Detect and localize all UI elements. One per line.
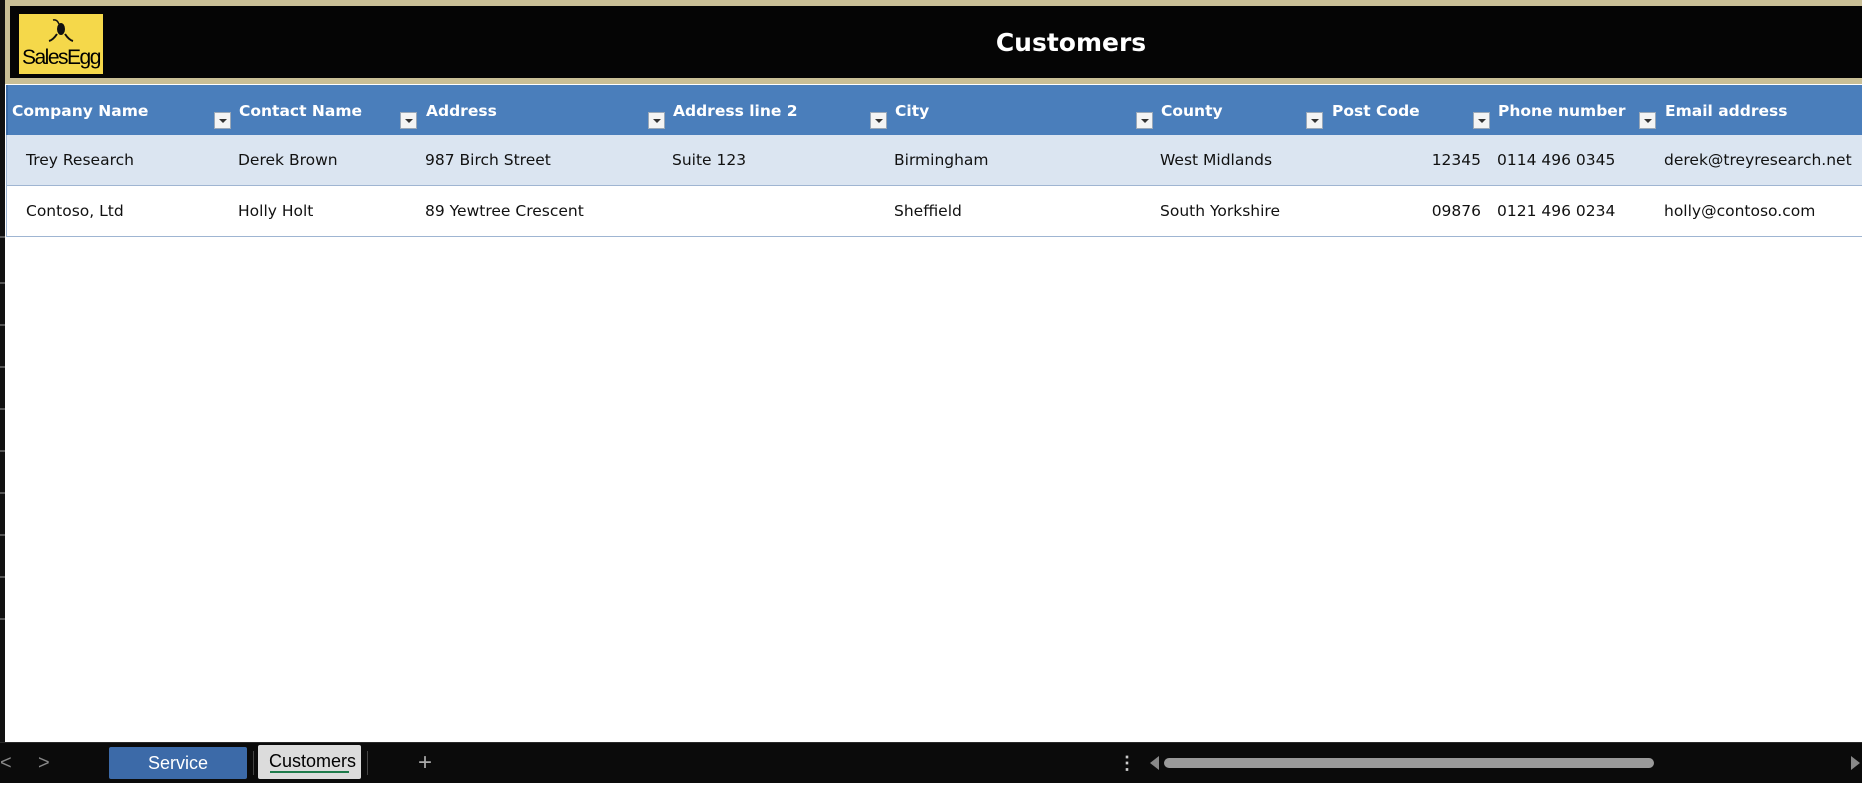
more-options-icon[interactable]: ⋮ xyxy=(1118,743,1136,783)
column-header-phone-number: Phone number xyxy=(1498,102,1626,120)
table-header-row: Company Name Contact Name Address Addres… xyxy=(6,85,1862,135)
header-bar: SalesEgg Customers xyxy=(10,6,1862,78)
cell-address-line-2[interactable]: Suite 123 xyxy=(672,135,746,185)
column-header-contact-name: Contact Name xyxy=(239,102,363,120)
cell-address[interactable]: 89 Yewtree Crescent xyxy=(425,186,584,236)
cell-post-code[interactable]: 09876 xyxy=(1331,186,1481,236)
cell-email-address[interactable]: holly@contoso.com xyxy=(1664,186,1815,236)
active-tab-underline xyxy=(270,771,349,773)
header-banner: SalesEgg Customers xyxy=(5,0,1862,84)
scroll-left-icon[interactable] xyxy=(1150,756,1159,770)
filter-dropdown-city[interactable] xyxy=(1136,112,1153,129)
filter-dropdown-post-code[interactable] xyxy=(1473,112,1490,129)
tab-service-invoice[interactable]: Service Invoice xyxy=(109,747,247,805)
column-header-company-name: Company Name xyxy=(12,102,149,120)
cell-email-address[interactable]: derek@treyresearch.net xyxy=(1664,135,1852,185)
filter-dropdown-address[interactable] xyxy=(648,112,665,129)
cell-city[interactable]: Sheffield xyxy=(894,186,962,236)
page-title: Customers xyxy=(995,27,1147,57)
filter-dropdown-contact-name[interactable] xyxy=(400,112,417,129)
customers-table: Company Name Contact Name Address Addres… xyxy=(6,85,1862,237)
column-header-email-address: Email address xyxy=(1665,102,1788,120)
cell-company-name[interactable]: Trey Research xyxy=(26,135,134,185)
tab-divider xyxy=(253,751,254,775)
table-row: Trey Research Derek Brown 987 Birch Stre… xyxy=(6,135,1862,186)
next-sheet-icon[interactable]: > xyxy=(38,743,50,783)
cell-post-code[interactable]: 12345 xyxy=(1331,135,1481,185)
column-header-address: Address xyxy=(426,102,497,120)
cell-county[interactable]: West Midlands xyxy=(1160,135,1272,185)
tab-customers-label: Customers xyxy=(269,751,357,771)
scroll-right-icon[interactable] xyxy=(1851,756,1860,770)
cell-county[interactable]: South Yorkshire xyxy=(1160,186,1280,236)
cell-contact-name[interactable]: Derek Brown xyxy=(238,135,338,185)
column-header-city: City xyxy=(895,102,930,120)
column-header-address-line-2: Address line 2 xyxy=(673,102,798,120)
add-sheet-button[interactable]: + xyxy=(418,743,432,783)
filter-dropdown-phone-number[interactable] xyxy=(1639,112,1656,129)
tab-customers[interactable]: Customers xyxy=(258,745,361,779)
filter-dropdown-company-name[interactable] xyxy=(214,112,231,129)
filter-dropdown-county[interactable] xyxy=(1306,112,1323,129)
cell-phone-number[interactable]: 0114 496 0345 xyxy=(1497,135,1615,185)
column-header-county: County xyxy=(1161,102,1223,120)
prev-sheet-icon[interactable]: < xyxy=(0,743,12,783)
cell-phone-number[interactable]: 0121 496 0234 xyxy=(1497,186,1615,236)
tab-divider xyxy=(367,751,368,775)
column-header-post-code: Post Code xyxy=(1332,102,1420,120)
sheet-tab-bar: < > Service Invoice Customers + ⋮ xyxy=(0,742,1862,805)
cell-company-name[interactable]: Contoso, Ltd xyxy=(26,186,124,236)
cell-contact-name[interactable]: Holly Holt xyxy=(238,186,313,236)
sheet-left-edge xyxy=(0,0,5,742)
cell-city[interactable]: Birmingham xyxy=(894,135,989,185)
filter-dropdown-address-line-2[interactable] xyxy=(870,112,887,129)
cell-address[interactable]: 987 Birch Street xyxy=(425,135,551,185)
table-row: Contoso, Ltd Holly Holt 89 Yewtree Cresc… xyxy=(6,186,1862,237)
horizontal-scrollbar[interactable] xyxy=(1164,758,1654,768)
